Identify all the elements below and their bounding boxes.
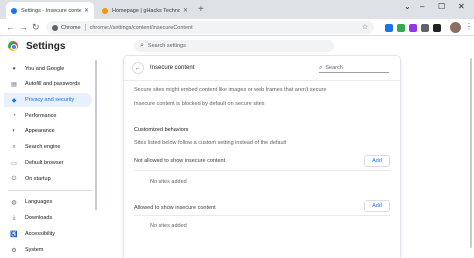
settings-search-input[interactable]: ⌕ Search settings [134,40,334,52]
not-allowed-empty-text: No sites added [150,179,187,185]
search-icon: ⌕ [12,143,16,150]
content-search-input[interactable]: ⌕ Search [319,64,389,73]
section-divider [134,215,390,216]
wrench-icon: ⚙ [11,247,17,254]
sidebar-item-search-engine[interactable]: ⌕ Search engine [4,140,92,154]
sidebar-item-appearance[interactable]: ◐ Appearance [4,124,92,138]
tab-strip: Settings - Insecure content ✕ Homepage |… [0,0,474,19]
search-icon: ⌕ [319,64,323,71]
extensions-puzzle-icon[interactable] [433,24,441,32]
page-subtitle: Insecure content [150,65,195,71]
search-placeholder: Search [325,65,343,71]
sidebar-item-label: Search engine [25,144,61,150]
extension-icon[interactable] [397,24,405,32]
tab-ghacks[interactable]: Homepage | gHacks Technology ✕ [97,2,193,19]
autofill-icon: ▤ [11,81,17,88]
page-scrollbar[interactable] [470,58,472,248]
add-allowed-button[interactable]: Add [364,200,390,212]
site-label: Chrome [61,24,81,31]
sidebar-item-label: You and Google [25,66,65,72]
sidebar-item-label: On startup [25,176,51,182]
sidebar-item-label: Privacy and security [25,97,75,103]
not-allowed-label: Not allowed to show insecure content [134,158,226,164]
search-placeholder: Search settings [147,43,186,49]
minimize-button[interactable]: – [420,2,424,11]
sidebar-item-label: Downloads [25,215,53,221]
download-icon: ⤓ [12,214,16,221]
sidebar-item-default-browser[interactable]: ▭ Default browser [4,156,92,170]
performance-icon: ◔ [12,113,16,119]
power-icon: ⏻ [11,175,17,182]
back-arrow-icon[interactable]: ← [6,22,15,32]
tab-title: Settings - Insecure content [21,7,81,14]
sidebar-item-privacy[interactable]: ◆ Privacy and security [4,93,92,107]
settings-header: Settings ⌕ Search settings [0,36,474,55]
extension-icon[interactable] [409,24,417,32]
section-divider [134,170,390,171]
sidebar-item-system[interactable]: ⚙ System [4,243,92,257]
profile-avatar[interactable] [450,22,461,33]
default-behavior-text: Insecure content is blocked by default o… [134,101,265,107]
address-bar[interactable]: Chrome chrome://settings/content/insecur… [46,21,374,34]
allowed-label: Allowed to show insecure content [134,205,216,211]
close-window-button[interactable]: ✕ [458,2,465,11]
browser-icon: ▭ [11,160,17,167]
customized-behaviors-heading: Customized behaviors [134,127,189,133]
bookmark-star-icon[interactable]: ☆ [362,23,368,31]
sidebar-item-label: System [25,247,44,253]
back-arrow-icon: ← [134,64,142,72]
sidebar-item-downloads[interactable]: ⤓ Downloads [4,211,92,225]
sidebar-item-label: Appearance [25,128,55,134]
browser-toolbar: ← → ↻ Chrome chrome://settings/content/i… [0,19,474,36]
sidebar-item-label: Autofill and passwords [25,81,81,87]
close-tab-icon[interactable]: ✕ [84,7,89,14]
sidebar-item-autofill[interactable]: ▤ Autofill and passwords [4,77,92,91]
chrome-site-icon [52,24,58,31]
sidebar-item-on-startup[interactable]: ⏻ On startup [4,172,92,186]
reload-icon[interactable]: ↻ [32,22,40,32]
accessibility-icon: ♿ [10,231,18,238]
description-text: Secure sites might embed content like im… [134,87,327,93]
chrome-logo-icon [8,41,18,51]
customized-behaviors-subtitle: Sites listed below follow a custom setti… [134,140,287,146]
sidebar-item-performance[interactable]: ◔ Performance [4,109,92,123]
allowed-empty-text: No sites added [150,223,187,229]
sidebar-item-label: Accessibility [25,231,55,237]
sidebar-item-label: Default browser [25,160,64,166]
extension-icon[interactable] [421,24,429,32]
shield-icon: ◆ [11,97,17,104]
omnibox-divider [84,24,86,31]
ghacks-favicon-icon [102,7,108,14]
sidebar-item-label: Languages [25,199,53,205]
forward-arrow-icon[interactable]: → [19,22,28,32]
tab-title: Homepage | gHacks Technology [112,7,180,14]
page-title: Settings [26,41,66,52]
globe-icon: ◍ [11,199,17,206]
sidebar-divider [8,190,92,191]
sidebar-item-languages[interactable]: ◍ Languages [4,195,92,209]
new-tab-button[interactable]: + [198,4,204,15]
add-not-allowed-button[interactable]: Add [364,155,390,167]
settings-favicon-icon [11,7,17,14]
extension-icon[interactable] [385,24,393,32]
menu-kebab-icon[interactable]: ⋮ [465,22,473,31]
close-tab-icon[interactable]: ✕ [183,7,188,14]
palette-icon: ◐ [12,128,16,134]
person-icon: ● [12,66,16,72]
search-icon: ⌕ [140,42,144,49]
back-button[interactable]: ← [132,62,144,74]
sidebar-item-label: Performance [25,113,57,119]
sidebar-item-accessibility[interactable]: ♿ Accessibility [4,227,92,241]
tab-search-icon[interactable]: ⌄ [404,2,411,11]
maximize-button[interactable]: ☐ [438,2,445,11]
sidebar: ● You and Google ▤ Autofill and password… [0,58,98,258]
header-divider [124,80,400,81]
url-text: chrome://settings/content/insecureConten… [89,24,193,31]
sidebar-scrollbar[interactable] [95,60,97,210]
tab-settings[interactable]: Settings - Insecure content ✕ [6,2,94,19]
sidebar-item-you-and-google[interactable]: ● You and Google [4,62,92,76]
